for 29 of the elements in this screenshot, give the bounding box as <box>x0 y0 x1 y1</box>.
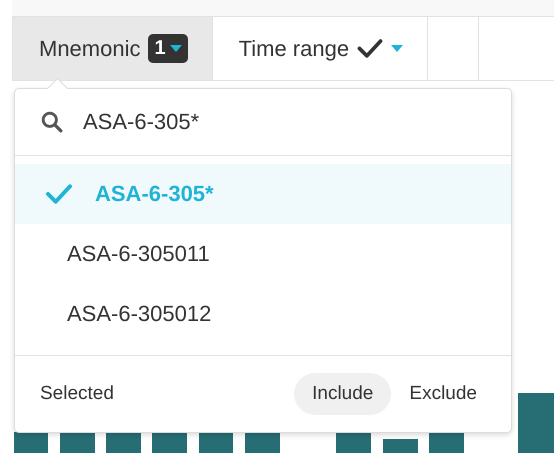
caret-icon <box>391 45 404 52</box>
chart-bar <box>245 432 280 453</box>
chart-bar <box>106 432 141 453</box>
mode-button[interactable]: Exclude <box>391 373 495 415</box>
mode-button[interactable]: Include <box>294 373 392 415</box>
chart-bar <box>60 432 95 453</box>
chart-bar <box>518 393 554 453</box>
option-item[interactable]: ASA-6-305012 <box>15 284 511 344</box>
chart-bar <box>14 432 48 453</box>
caret-icon <box>170 45 182 52</box>
option-item[interactable]: ASA-6-305011 <box>15 224 511 284</box>
chart-bar <box>383 439 418 453</box>
search-field[interactable]: ASA-6-305* <box>81 108 465 136</box>
filter-label: Time range <box>238 36 350 62</box>
filter-label: Mnemonic <box>39 36 140 62</box>
chart-bar <box>336 432 371 453</box>
chart-bar <box>152 432 187 453</box>
option-label: ASA-6-305* <box>95 181 214 207</box>
footer-label: Selected <box>40 383 115 405</box>
filter-tab[interactable]: Time range <box>212 17 428 80</box>
filter-tab[interactable]: Mnemonic 1 <box>13 17 213 80</box>
chart-bar <box>199 432 233 453</box>
search-icon <box>41 111 63 133</box>
chart-bar <box>429 432 464 453</box>
option-label: ASA-6-305011 <box>67 241 210 267</box>
option-label: ASA-6-305012 <box>67 301 212 327</box>
check-icon <box>357 38 384 59</box>
count-text: 1 <box>154 37 166 60</box>
check-icon <box>45 183 73 205</box>
